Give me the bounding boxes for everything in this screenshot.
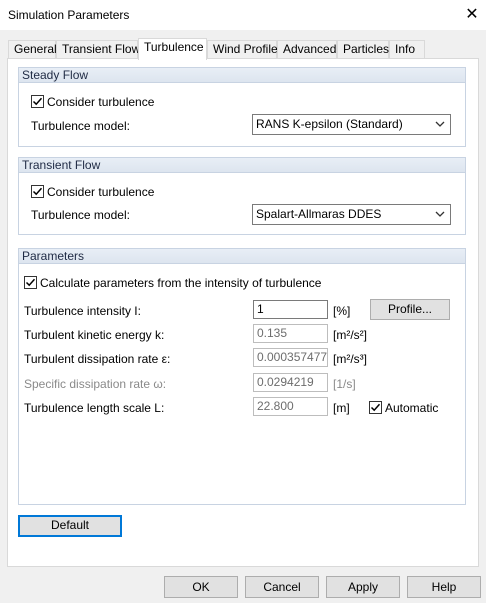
check-icon [32, 187, 43, 196]
steady-model-label: Turbulence model: [31, 119, 130, 133]
intensity-input[interactable]: 1 [253, 300, 328, 319]
steady-consider-checkbox[interactable] [31, 95, 44, 108]
intensity-label: Turbulence intensity I: [24, 304, 141, 318]
tab-info[interactable]: Info [389, 40, 425, 59]
specific-dissipation-label: Specific dissipation rate ω: [24, 377, 167, 391]
tab-wind-profile[interactable]: Wind Profile [207, 40, 278, 59]
dissipation-rate-label: Turbulent dissipation rate ε: [24, 352, 171, 366]
tab-particles[interactable]: Particles [337, 40, 389, 59]
transient-consider-checkbox[interactable] [31, 185, 44, 198]
cancel-button[interactable]: Cancel [245, 576, 319, 598]
length-scale-input[interactable]: 22.800 [253, 397, 328, 416]
tab-transient-flow[interactable]: Transient Flow [56, 40, 140, 59]
specific-dissipation-unit: [1/s] [333, 377, 356, 391]
length-scale-unit: [m] [333, 401, 350, 415]
check-icon [32, 97, 43, 106]
check-icon [370, 403, 381, 412]
default-button[interactable]: Default [18, 515, 122, 537]
intensity-unit: [%] [333, 304, 351, 318]
apply-button[interactable]: Apply [326, 576, 400, 598]
transient-flow-title: Transient Flow [19, 158, 465, 173]
kinetic-energy-unit: [m²/s²] [333, 328, 367, 342]
steady-model-value: RANS K-epsilon (Standard) [256, 117, 403, 131]
automatic-checkbox[interactable] [369, 401, 382, 414]
transient-model-label: Turbulence model: [31, 208, 130, 222]
tab-strip: General Transient Flow Turbulence Wind P… [8, 38, 478, 60]
profile-button[interactable]: Profile... [370, 299, 450, 320]
dissipation-rate-unit: [m²/s³] [333, 352, 367, 366]
help-button[interactable]: Help [407, 576, 481, 598]
steady-consider-label: Consider turbulence [47, 95, 155, 109]
transient-model-select[interactable]: Spalart-Allmaras DDES [252, 204, 451, 225]
dissipation-rate-input[interactable]: 0.000357477 [253, 348, 328, 367]
steady-flow-title: Steady Flow [19, 68, 465, 83]
close-icon[interactable]: ✕ [460, 3, 484, 27]
check-icon [25, 278, 36, 287]
tab-general[interactable]: General [8, 40, 57, 59]
calc-from-intensity-label: Calculate parameters from the intensity … [40, 276, 322, 290]
chevron-down-icon [435, 121, 445, 127]
kinetic-energy-input[interactable]: 0.135 [253, 324, 328, 343]
specific-dissipation-input: 0.0294219 [253, 373, 328, 392]
tab-turbulence[interactable]: Turbulence [138, 38, 207, 60]
steady-model-select[interactable]: RANS K-epsilon (Standard) [252, 114, 451, 135]
transient-consider-label: Consider turbulence [47, 185, 155, 199]
transient-model-value: Spalart-Allmaras DDES [256, 207, 382, 221]
length-scale-label: Turbulence length scale L: [24, 401, 165, 415]
ok-button[interactable]: OK [164, 576, 238, 598]
automatic-label: Automatic [385, 401, 439, 415]
tab-advanced[interactable]: Advanced [277, 40, 337, 59]
kinetic-energy-label: Turbulent kinetic energy k: [24, 328, 165, 342]
calc-from-intensity-checkbox[interactable] [24, 276, 37, 289]
window-title: Simulation Parameters [8, 8, 130, 22]
parameters-title: Parameters [19, 249, 465, 264]
chevron-down-icon [435, 211, 445, 217]
